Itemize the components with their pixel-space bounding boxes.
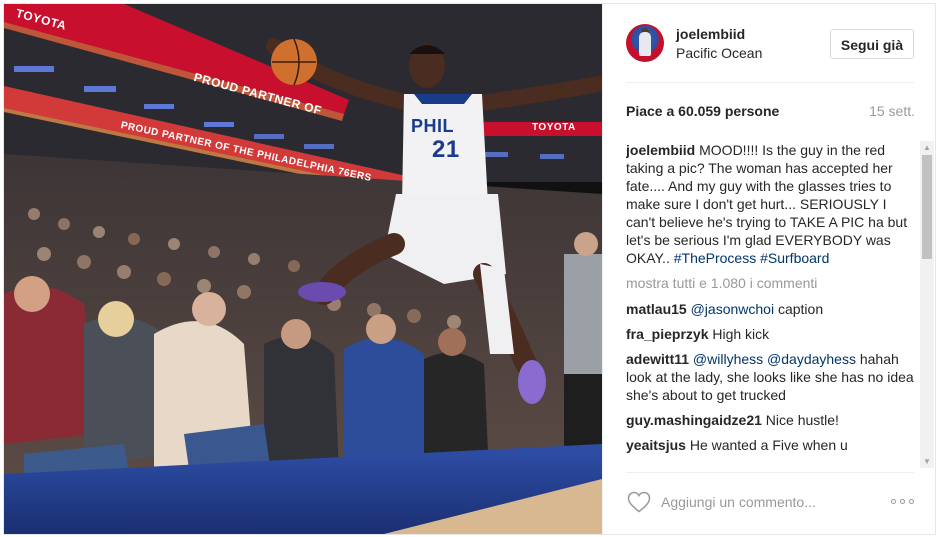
hashtag-link[interactable]: #Surfboard: [760, 250, 829, 266]
comment-text: He wanted a Five when u: [689, 437, 848, 453]
comment-mention[interactable]: @willyhess @daydayhess: [693, 351, 856, 367]
comment-text: High kick: [712, 326, 770, 342]
comments-list[interactable]: joelembiid MOOD!!!! Is the guy in the re…: [626, 141, 916, 468]
likes-count[interactable]: Piace a 60.059 persone: [626, 103, 779, 119]
avatar-figure: [639, 32, 651, 56]
dot-icon: [900, 499, 905, 504]
post-side-panel: joelembiid Pacific Ocean Segui già Piace…: [602, 4, 935, 534]
jersey-number: 21: [432, 136, 460, 163]
comment-username[interactable]: guy.mashingaidze21: [626, 412, 762, 428]
comment-item: yeaitsjus He wanted a Five when u: [626, 436, 916, 454]
username-link[interactable]: joelembiid: [676, 26, 745, 42]
caption: joelembiid MOOD!!!! Is the guy in the re…: [626, 141, 916, 267]
post-modal: TOYOTA PROUD PARTNER OF PROUD PARTNER OF…: [3, 3, 936, 535]
divider: [626, 82, 914, 83]
post-photo[interactable]: TOYOTA PROUD PARTNER OF PROUD PARTNER OF…: [4, 4, 602, 534]
comment-item: adewitt11 @willyhess @daydayhess hahah l…: [626, 350, 916, 404]
caption-text: MOOD!!!! Is the guy in the red taking a …: [626, 142, 908, 266]
comment-text: Nice hustle!: [765, 412, 839, 428]
ad-board-lower-right: TOYOTA: [532, 122, 576, 133]
comment-item: fra_pieprzyk High kick: [626, 325, 916, 343]
comment-username[interactable]: adewitt11: [626, 351, 689, 367]
jersey-team: PHIL: [411, 116, 455, 136]
following-button[interactable]: Segui già: [830, 29, 914, 59]
photo-scene: [4, 4, 602, 534]
comment-username[interactable]: fra_pieprzyk: [626, 326, 708, 342]
post-header: joelembiid Pacific Ocean Segui già: [603, 4, 935, 81]
divider: [626, 472, 914, 473]
view-all-comments-link[interactable]: mostra tutti e 1.080 i commenti: [626, 274, 916, 292]
dot-icon: [891, 499, 896, 504]
comment-text: caption: [777, 301, 824, 317]
scroll-down-arrow-icon[interactable]: ▼: [920, 455, 934, 468]
more-options-icon[interactable]: [891, 497, 915, 507]
add-comment-input[interactable]: [661, 490, 861, 514]
scroll-up-arrow-icon[interactable]: ▲: [920, 141, 934, 154]
comments-scrollbar[interactable]: ▲ ▼: [920, 141, 934, 468]
comment-username[interactable]: matlau15: [626, 301, 687, 317]
avatar[interactable]: [626, 24, 664, 62]
scrollbar-thumb[interactable]: [922, 155, 932, 259]
post-date[interactable]: 15 sett.: [869, 103, 915, 119]
comment-mention[interactable]: @jasonwchoi: [691, 301, 774, 317]
comment-username[interactable]: yeaitsjus: [626, 437, 686, 453]
location-link[interactable]: Pacific Ocean: [676, 45, 762, 61]
dot-icon: [909, 499, 914, 504]
comment-item: guy.mashingaidze21 Nice hustle!: [626, 411, 916, 429]
comment-item: matlau15 @jasonwchoi caption: [626, 300, 916, 318]
hashtag-link[interactable]: #TheProcess: [674, 250, 756, 266]
caption-username[interactable]: joelembiid: [626, 142, 695, 158]
heart-icon[interactable]: [627, 491, 651, 513]
